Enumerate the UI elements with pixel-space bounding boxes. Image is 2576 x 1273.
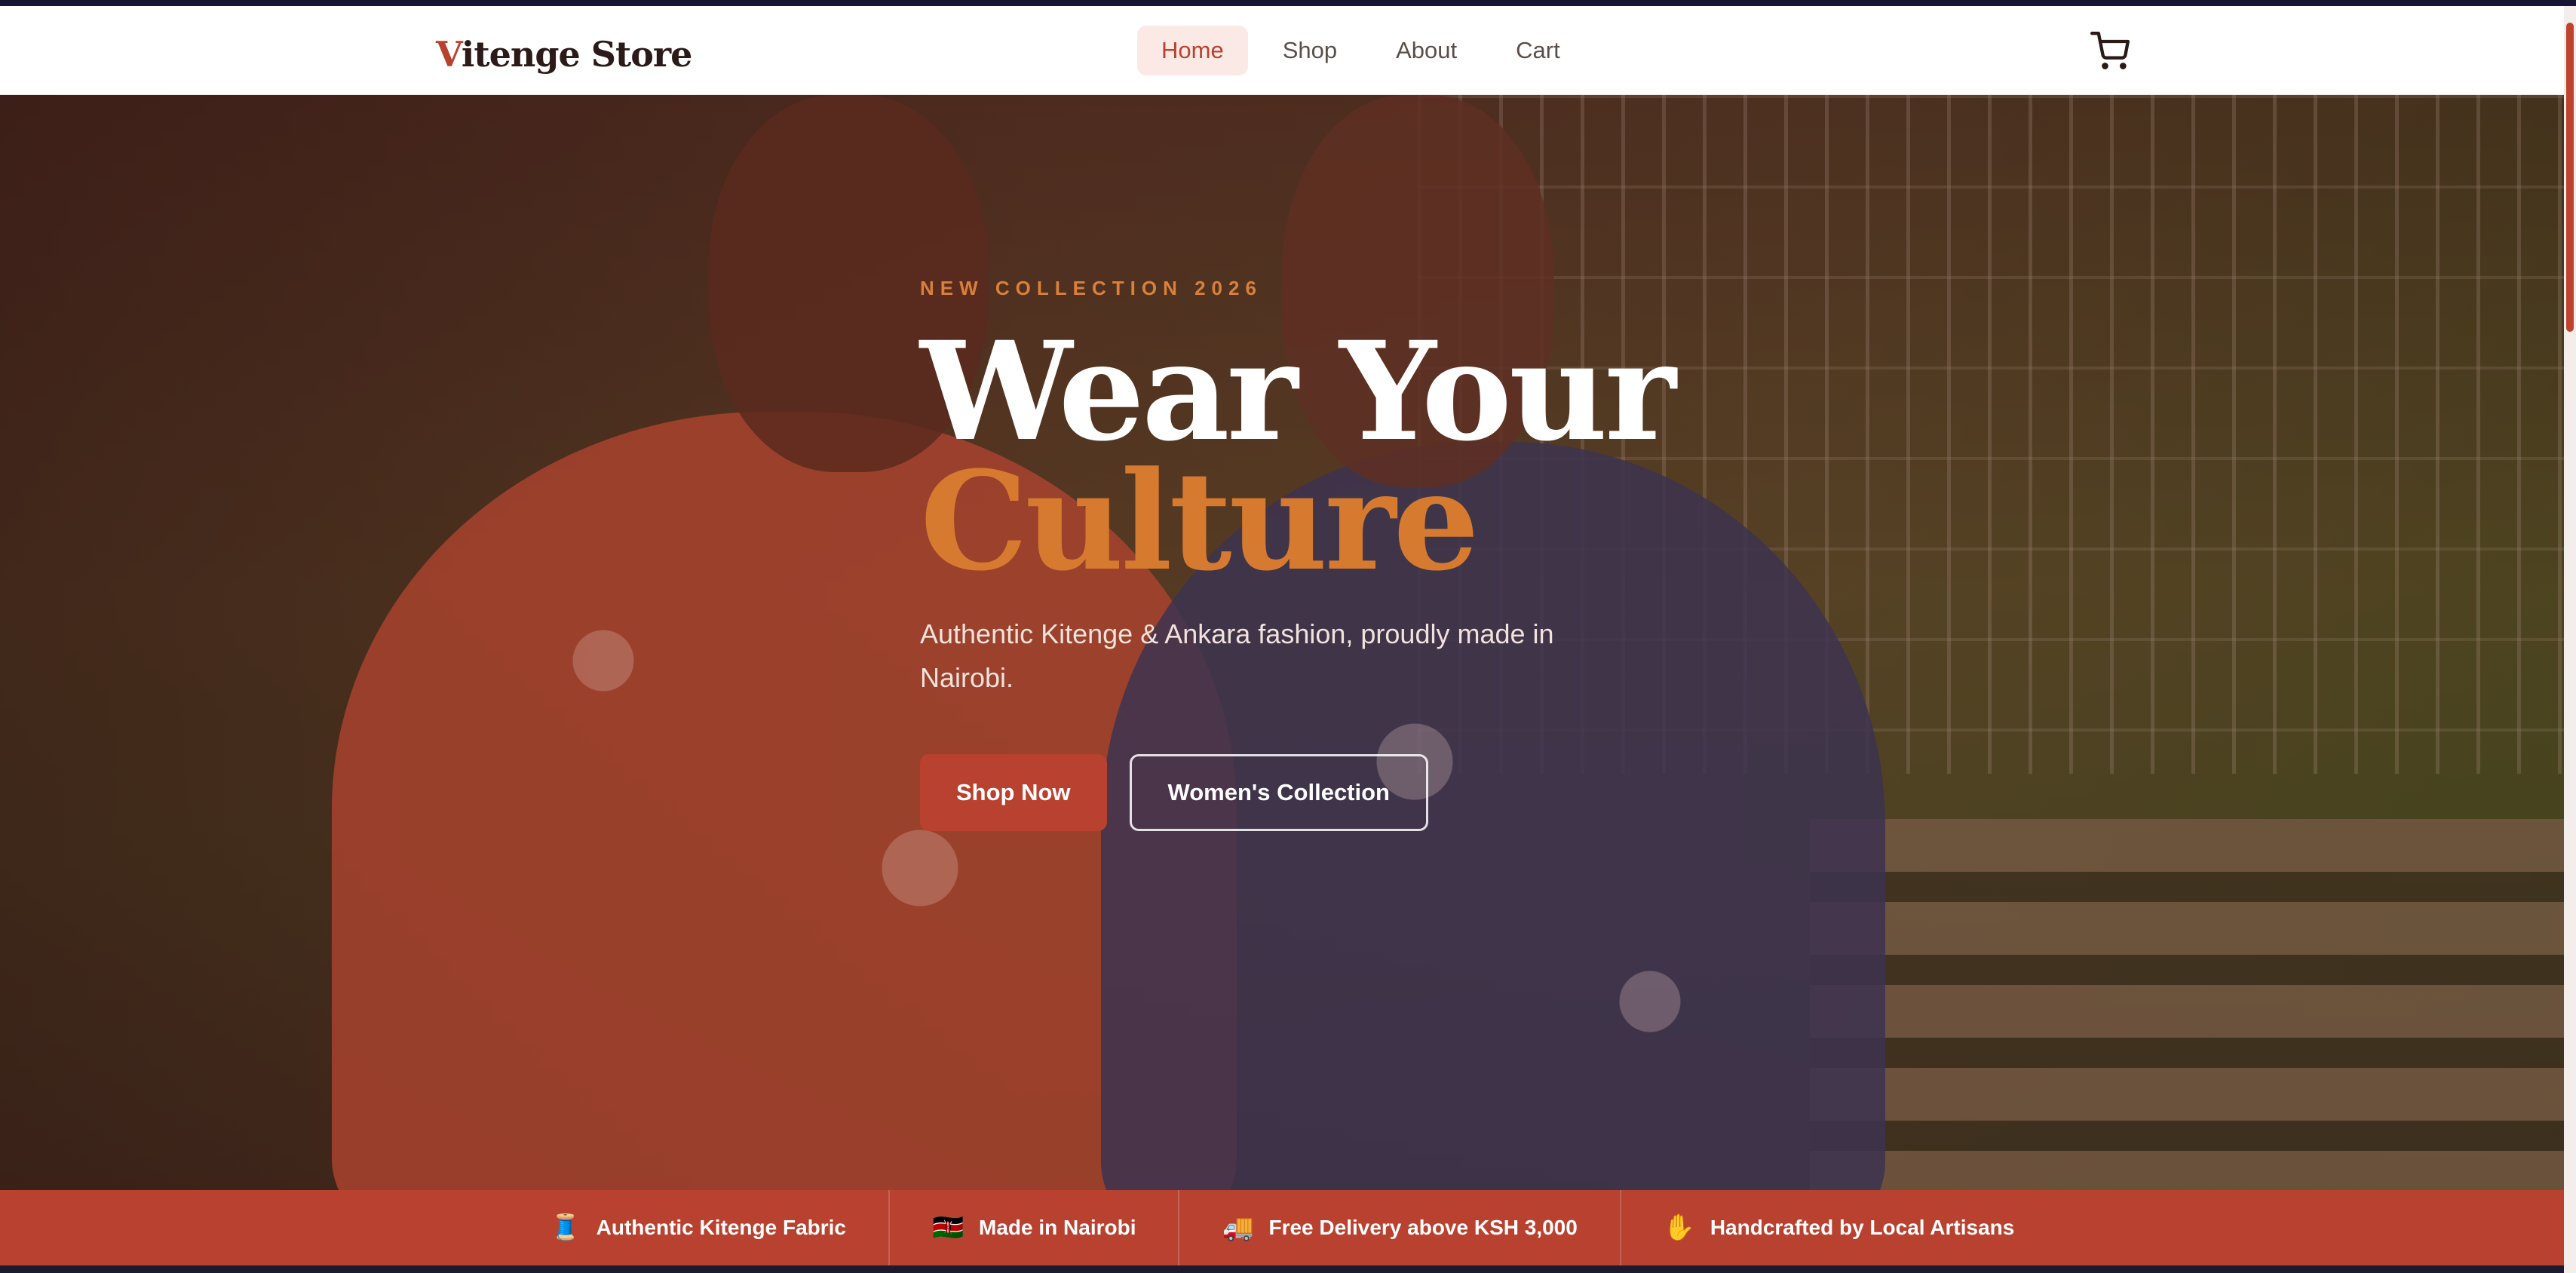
shop-now-button[interactable]: Shop Now [920, 754, 1107, 831]
thread-spool-icon: 🧵 [549, 1213, 581, 1242]
nav-about-link[interactable]: About [1372, 26, 1481, 75]
hand-icon: ✋ [1663, 1213, 1696, 1242]
cart-icon [2090, 32, 2130, 69]
hero-background-bench [1810, 819, 2564, 1190]
nav-cart-link[interactable]: Cart [1492, 26, 1584, 75]
nav-home-link[interactable]: Home [1137, 26, 1248, 75]
hero-content: NEW COLLECTION 2026 Wear Your Culture Au… [920, 273, 1750, 831]
brand-logo[interactable]: Vitenge Store [436, 32, 692, 77]
delivery-truck-icon: 🚚 [1222, 1213, 1254, 1242]
main-nav: Home Shop About Cart [1137, 26, 1595, 75]
hero-section: NEW COLLECTION 2026 Wear Your Culture Au… [0, 95, 2564, 1190]
brand-name: itenge Store [461, 34, 693, 75]
hero-headline-line2: Culture [920, 442, 1480, 601]
page-scrollbar-thumb[interactable] [2566, 23, 2574, 332]
feature-item: 🧵 Authentic Kitenge Fabric [508, 1190, 891, 1265]
window-top-strip [0, 0, 2576, 6]
feature-item: 🇰🇪 Made in Nairobi [890, 1190, 1180, 1265]
feature-label: Free Delivery above KSH 3,000 [1268, 1216, 1578, 1239]
hero-subtitle: Authentic Kitenge & Ankara fashion, prou… [920, 618, 1554, 693]
cart-button[interactable] [2090, 32, 2130, 71]
womens-collection-button[interactable]: Women's Collection [1129, 754, 1428, 831]
feature-bar: 🧵 Authentic Kitenge Fabric 🇰🇪 Made in Na… [0, 1190, 2564, 1265]
feature-label: Made in Nairobi [979, 1216, 1136, 1239]
nav-shop-link[interactable]: Shop [1259, 26, 1361, 75]
kenya-flag-icon: 🇰🇪 [932, 1213, 964, 1242]
hero-eyebrow: NEW COLLECTION 2026 [920, 277, 1262, 299]
feature-item: 🚚 Free Delivery above KSH 3,000 [1179, 1190, 1621, 1265]
brand-initial: V [436, 34, 462, 75]
feature-label: Authentic Kitenge Fabric [596, 1216, 847, 1239]
feature-item: ✋ Handcrafted by Local Artisans [1621, 1190, 2057, 1265]
top-navbar: Vitenge Store Home Shop About Cart [0, 6, 2564, 95]
feature-label: Handcrafted by Local Artisans [1710, 1216, 2015, 1239]
hero-headline: Wear Your Culture [920, 324, 1750, 601]
hero-cta-row: Shop Now Women's Collection [920, 754, 1750, 831]
window-bottom-strip [0, 1265, 2564, 1273]
